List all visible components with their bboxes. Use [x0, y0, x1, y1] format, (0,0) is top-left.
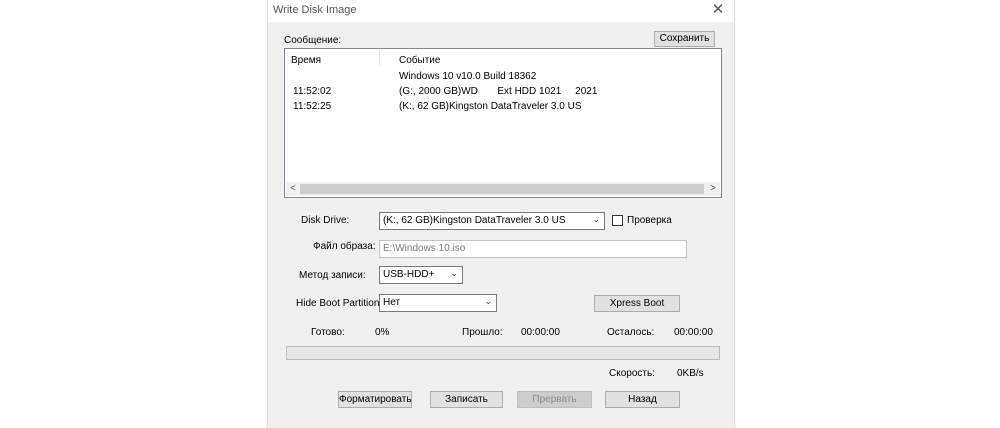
- abort-button[interactable]: Прервать: [517, 391, 592, 408]
- speed-label: Скорость:: [609, 368, 655, 379]
- disk-drive-value: (K:, 62 GB)Kingston DataTraveler 3.0 US: [383, 215, 566, 226]
- remaining-value: 00:00:00: [674, 327, 713, 338]
- done-label: Готово:: [311, 327, 345, 338]
- chevron-down-icon: ⌄: [484, 296, 492, 306]
- done-value: 0%: [375, 327, 390, 338]
- image-file-label: Файл образа:: [313, 241, 376, 252]
- elapsed-label: Прошло:: [462, 327, 503, 338]
- title-bar[interactable]: Write Disk Image ✕: [268, 0, 734, 22]
- save-button[interactable]: Сохранить: [654, 31, 715, 47]
- scroll-thumb[interactable]: [300, 184, 704, 194]
- write-method-label: Метод записи:: [299, 270, 366, 281]
- remaining-label: Осталось:: [607, 327, 655, 338]
- write-disk-image-dialog: Write Disk Image ✕ Сообщение: Сохранить …: [267, 0, 735, 428]
- verify-checkbox[interactable]: [612, 215, 623, 226]
- log-event: Windows 10 v10.0 Build 18362: [399, 71, 537, 82]
- log-time: 11:52:25: [293, 101, 332, 112]
- chevron-down-icon: ⌄: [450, 268, 458, 278]
- progress-bar: [286, 346, 720, 360]
- scroll-left-icon[interactable]: <: [286, 182, 300, 196]
- column-header-time[interactable]: Время: [291, 55, 321, 66]
- column-divider: [379, 51, 380, 66]
- window-title: Write Disk Image: [273, 4, 357, 16]
- column-header-event[interactable]: Событие: [399, 55, 440, 66]
- write-method-select[interactable]: USB-HDD+ ⌄: [379, 266, 463, 284]
- log-time: 11:52:02: [293, 86, 332, 97]
- horizontal-scrollbar[interactable]: < >: [286, 182, 720, 196]
- scroll-right-icon[interactable]: >: [706, 182, 720, 196]
- close-icon[interactable]: ✕: [708, 1, 728, 19]
- log-event: (G:, 2000 GB)WD Ext HDD 1021 2021: [399, 86, 598, 97]
- image-file-field[interactable]: E:\Windows 10.iso: [379, 240, 687, 258]
- back-button[interactable]: Назад: [605, 391, 680, 408]
- image-file-value: E:\Windows 10.iso: [383, 243, 466, 254]
- chevron-down-icon: ⌄: [592, 214, 600, 224]
- write-button[interactable]: Записать: [430, 391, 503, 408]
- format-button[interactable]: Форматировать: [338, 391, 412, 408]
- elapsed-value: 00:00:00: [521, 327, 560, 338]
- disk-drive-select[interactable]: (K:, 62 GB)Kingston DataTraveler 3.0 US …: [379, 212, 605, 230]
- speed-value: 0KB/s: [677, 368, 704, 379]
- hide-boot-select[interactable]: Нет ⌄: [379, 294, 497, 312]
- hide-boot-label: Hide Boot Partition:: [296, 298, 383, 309]
- message-log[interactable]: Время Событие Windows 10 v10.0 Build 183…: [284, 48, 722, 198]
- log-event: (K:, 62 GB)Kingston DataTraveler 3.0 US: [399, 101, 582, 112]
- disk-drive-label: Disk Drive:: [301, 215, 350, 226]
- xpress-boot-button[interactable]: Xpress Boot: [594, 295, 680, 312]
- message-label: Сообщение:: [284, 35, 342, 46]
- verify-label[interactable]: Проверка: [627, 215, 672, 226]
- hide-boot-value: Нет: [383, 297, 401, 308]
- write-method-value: USB-HDD+: [383, 269, 435, 280]
